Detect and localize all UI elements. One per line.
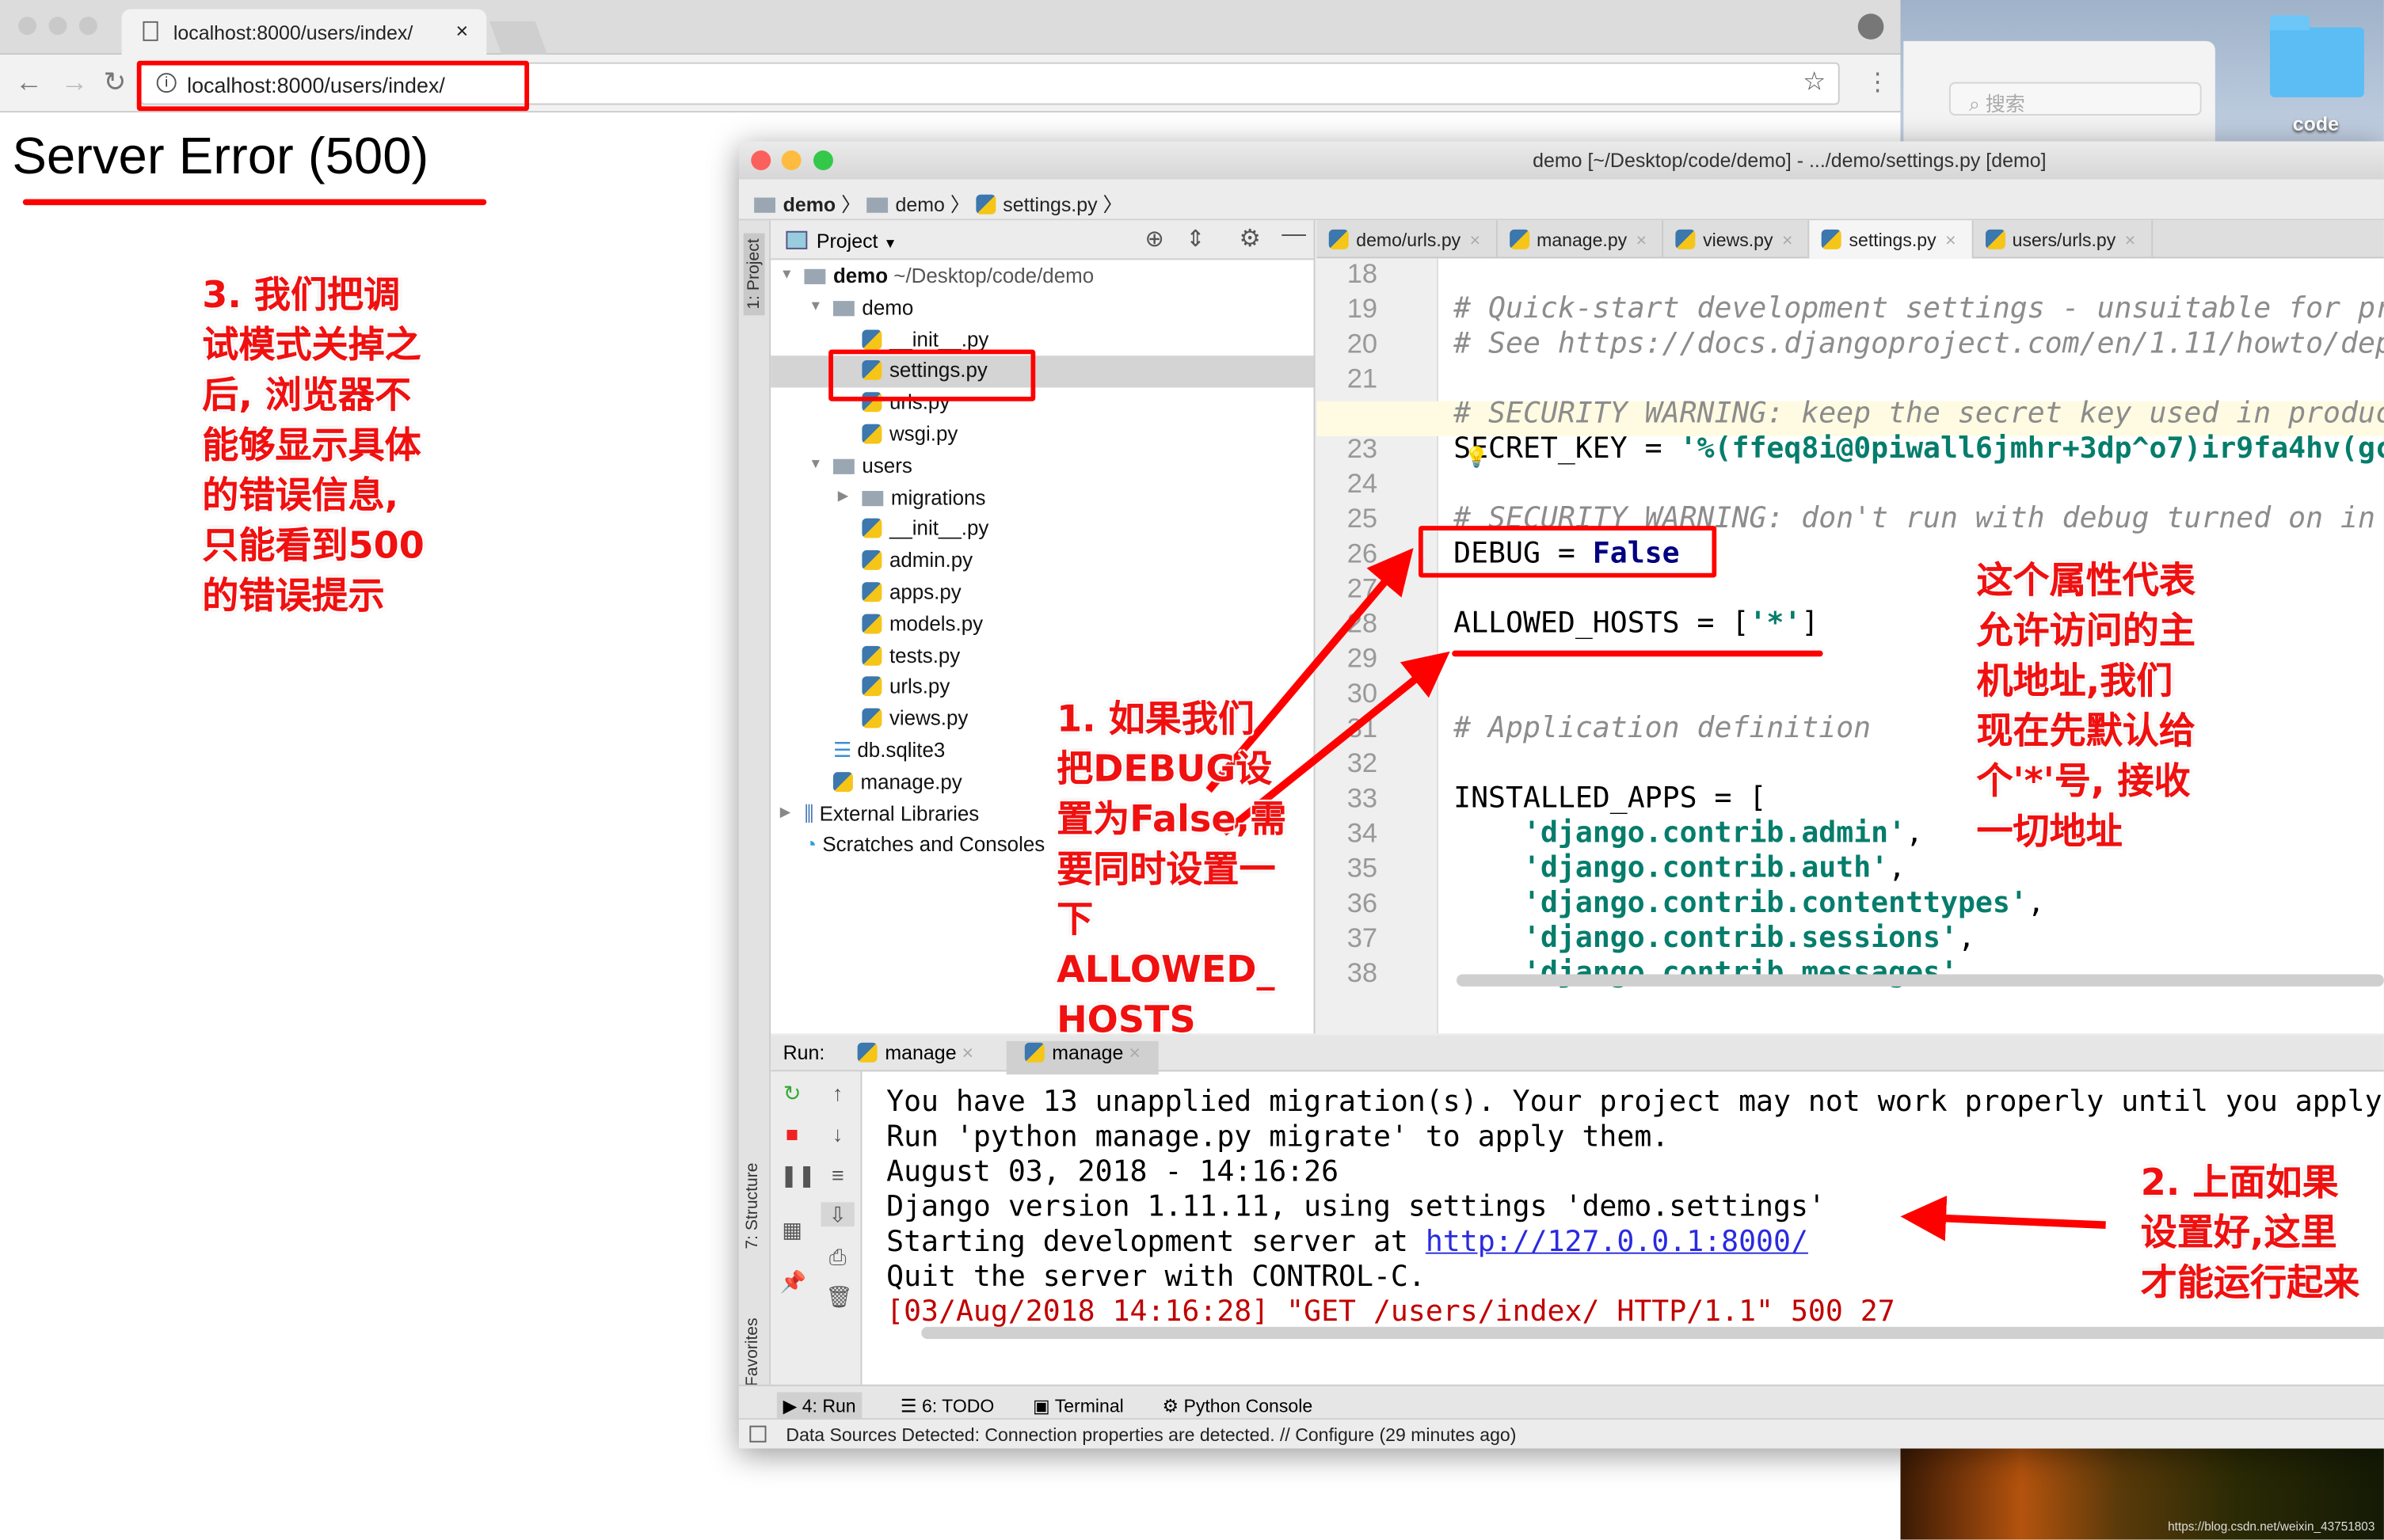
annotation-line: 一切地址 [1976,810,2123,853]
annotation-line: HOSTS [1057,998,1196,1041]
annotation-line: 才能运行起来 [2140,1261,2360,1305]
annotation-line: 1. 如果我们 [1057,698,1255,740]
annotation-note-1: 1. 如果我们 把DEBUG设 置为False,需 要同时设置一下 ALLOWED_ HO… [1057,694,1286,1045]
annotation-line: 的错误提示 [202,574,385,618]
annotation-line: 机地址,我们 [1976,660,2173,702]
annotation-line: 置为False,需 [1057,797,1287,841]
annotation-line: 2. 上面如果 [2140,1161,2339,1204]
annotation-line: ALLOWED_ [1057,948,1275,991]
annotation-line: 要同时设置一 [1057,848,1276,891]
annotation-line: 下 [1057,898,1094,941]
annotation-note-2: 2. 上面如果 设置好,这里 才能运行起来 [2141,1158,2359,1309]
annotation-line: 把DEBUG设 [1057,747,1273,791]
annotation-line: 能够显示具体 [202,424,421,467]
annotation-line: 现在先默认给 [1976,709,2195,753]
annotation-line: 3. 我们把调 [202,273,401,317]
annotation-line: 设置好,这里 [2140,1211,2337,1254]
annotation-line: 允许访问的主 [1976,609,2195,652]
annotation-note-3: 3. 我们把调 试模式关掉之 后, 浏览器不 能够显示具体 的错误信息, 只能看到500 的… [202,271,424,622]
annotation-line: 后, 浏览器不 [202,374,412,416]
annotation-line: 试模式关掉之 [202,323,421,367]
annotation-line: 个'*'号, 接收 [1976,759,2191,803]
annotation-note-allowed-hosts: 这个属性代表 允许访问的主 机地址,我们 现在先默认给 个'*'号, 接收 一切地址 [1976,557,2195,857]
annotation-line: 这个属性代表 [1976,559,2195,603]
annotation-line: 只能看到500 [202,524,425,568]
arrow-to-console [1900,1196,2106,1242]
annotation-line: 的错误信息, [202,473,399,517]
